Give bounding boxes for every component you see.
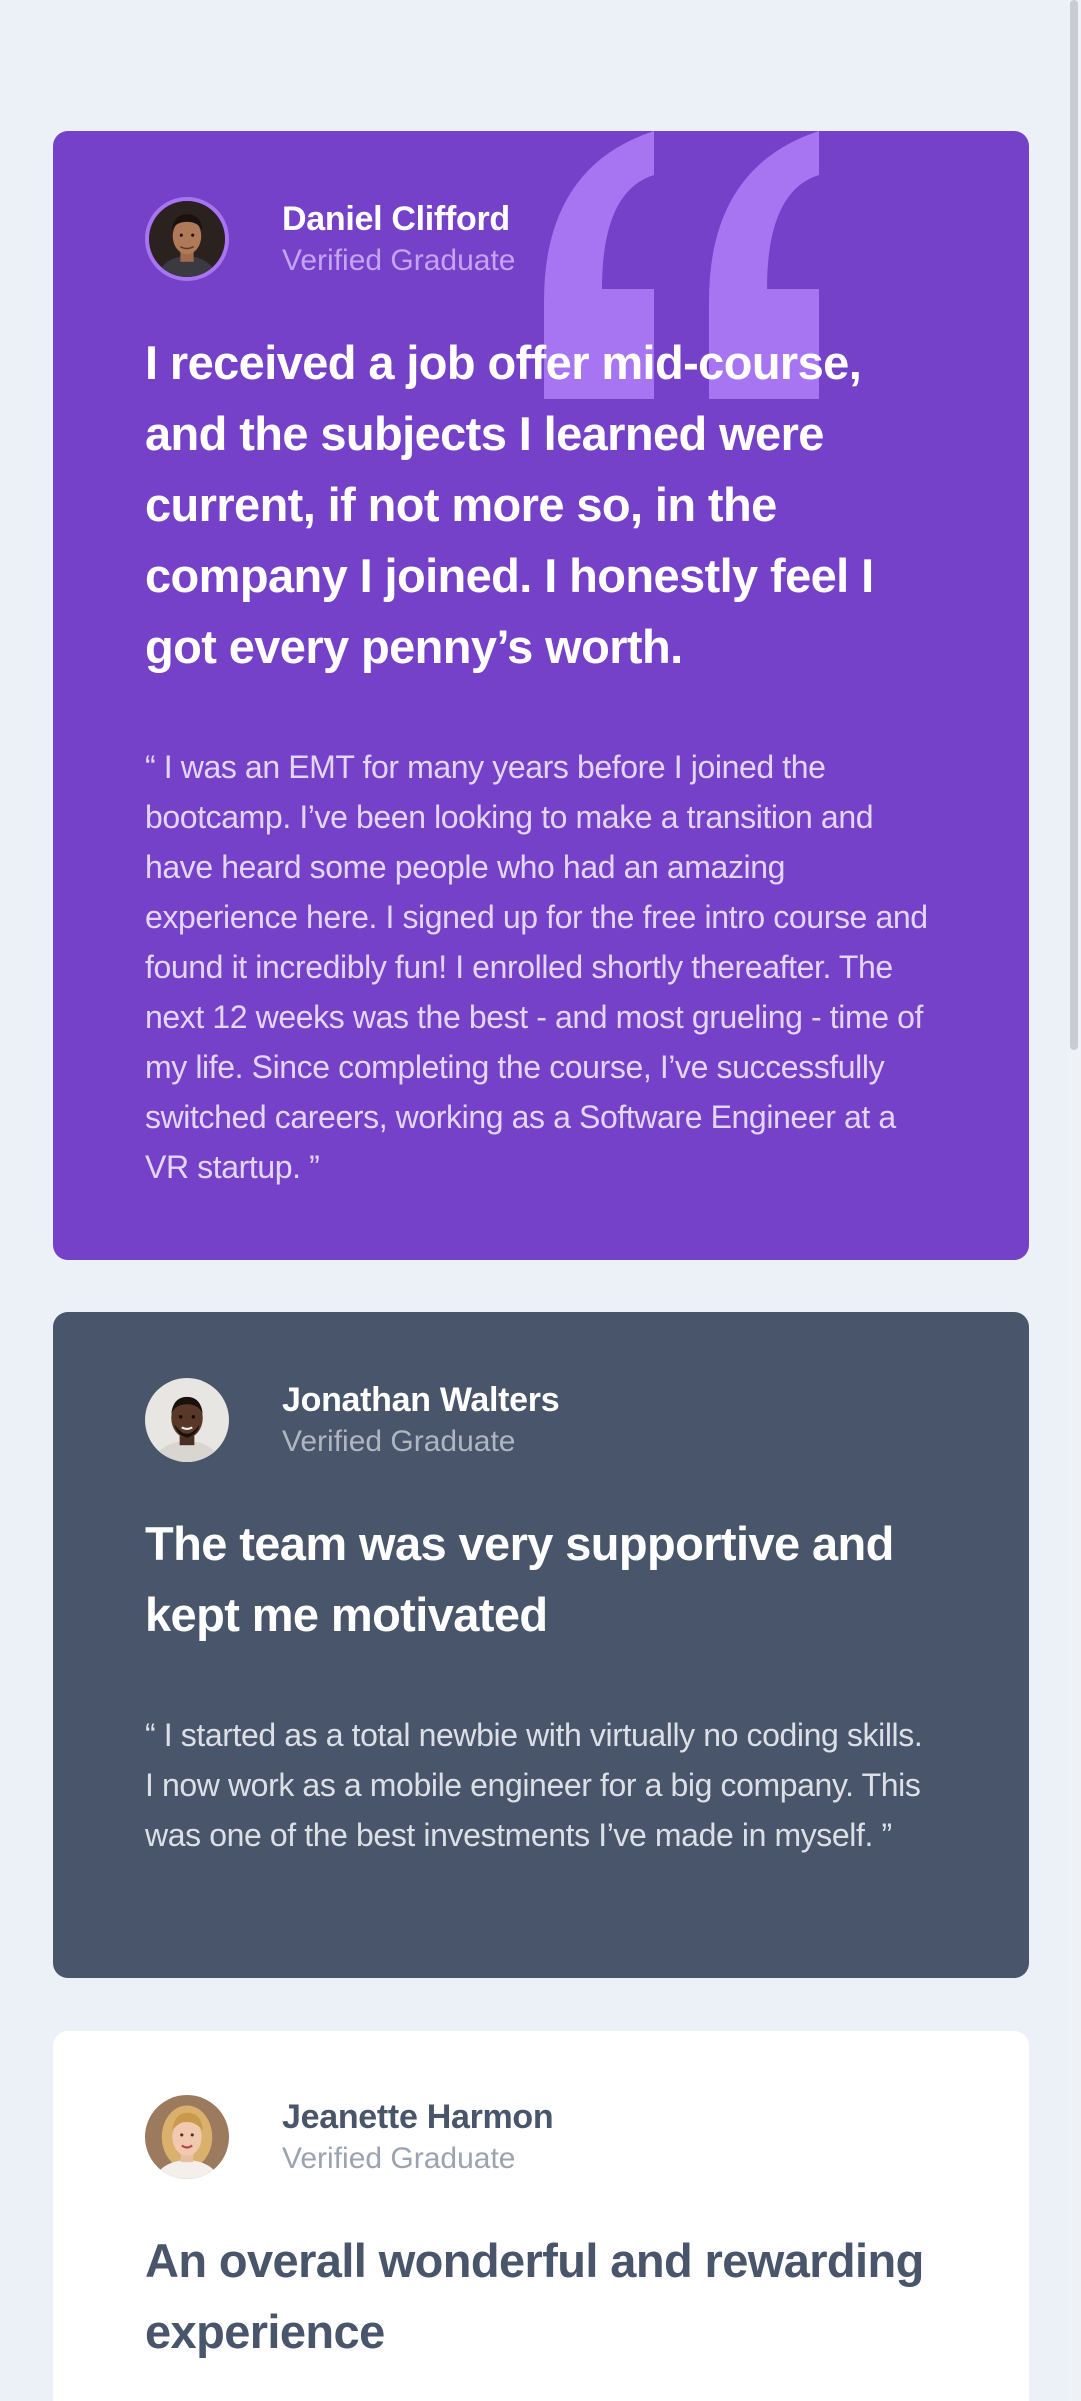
author-role: Verified Graduate	[282, 2142, 516, 2175]
testimonial-header: Daniel Clifford Verified Graduate	[145, 197, 937, 281]
testimonial-body: “ I started as a total newbie with virtu…	[145, 1717, 923, 1853]
avatar-daniel	[145, 197, 229, 281]
author-name: Jeanette Harmon	[282, 2098, 554, 2136]
testimonial-headline: The team was very supportive and kept me…	[145, 1517, 894, 1641]
avatar-daniel-image	[149, 201, 225, 277]
testimonial-header: Jonathan Walters Verified Graduate	[145, 1378, 937, 1462]
avatar-jonathan	[145, 1378, 229, 1462]
avatar-jeanette	[145, 2095, 229, 2179]
testimonial-body: “ I was an EMT for many years before I j…	[145, 749, 928, 1185]
author-role: Verified Graduate	[282, 1425, 516, 1458]
testimonial-headline: An overall wonderful and rewarding exper…	[145, 2234, 924, 2358]
author-role: Verified Graduate	[282, 244, 516, 277]
testimonial-card-daniel: Daniel Clifford Verified Graduate I rece…	[53, 131, 1029, 1260]
page-scrollbar[interactable]	[1067, 0, 1081, 2401]
testimonial-card-jeanette: Jeanette Harmon Verified Graduate An ove…	[53, 2031, 1029, 2401]
author-name: Jonathan Walters	[282, 1381, 560, 1419]
scrollbar-thumb[interactable]	[1070, 0, 1078, 1050]
testimonials-page: Daniel Clifford Verified Graduate I rece…	[0, 0, 1081, 2401]
avatar-jeanette-image	[145, 2095, 229, 2179]
testimonial-card-jonathan: Jonathan Walters Verified Graduate The t…	[53, 1312, 1029, 1978]
testimonial-header: Jeanette Harmon Verified Graduate	[145, 2095, 937, 2179]
author-info: Jonathan Walters Verified Graduate	[282, 1378, 560, 1462]
author-name: Daniel Clifford	[282, 200, 510, 238]
testimonial-headline: I received a job offer mid-course, and t…	[145, 336, 874, 673]
avatar-jonathan-image	[145, 1378, 229, 1462]
author-info: Daniel Clifford Verified Graduate	[282, 197, 515, 281]
author-info: Jeanette Harmon Verified Graduate	[282, 2095, 554, 2179]
